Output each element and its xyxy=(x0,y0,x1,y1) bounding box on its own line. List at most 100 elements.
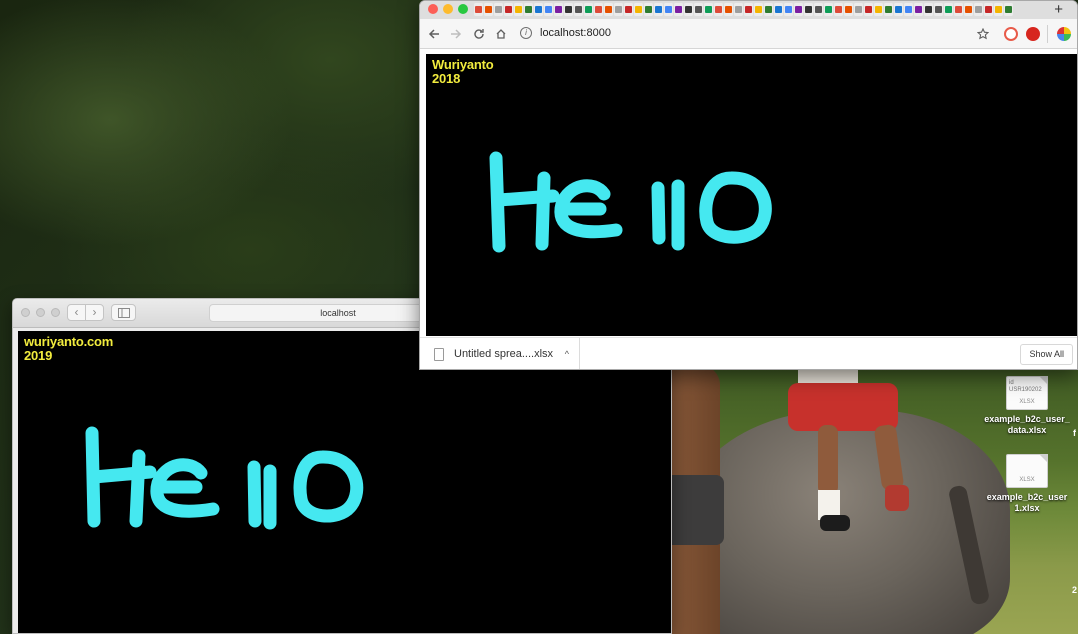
browser-tab[interactable] xyxy=(1004,3,1013,16)
browser-tab[interactable] xyxy=(684,3,693,16)
reload-button[interactable] xyxy=(471,25,487,43)
browser-tab[interactable] xyxy=(994,3,1003,16)
close-window-button[interactable] xyxy=(428,4,438,14)
favicon-icon xyxy=(805,6,812,13)
forward-button[interactable] xyxy=(448,25,464,43)
browser-tab[interactable] xyxy=(564,3,573,16)
desktop-file-label-line2: 1.xlsx xyxy=(1014,503,1040,513)
browser-tab[interactable] xyxy=(794,3,803,16)
stroke-h-right xyxy=(129,449,146,528)
browser-tab[interactable] xyxy=(804,3,813,16)
browser-tab[interactable] xyxy=(944,3,953,16)
browser-tab[interactable] xyxy=(594,3,603,16)
browser-tab[interactable] xyxy=(614,3,623,16)
browser-tab[interactable] xyxy=(974,3,983,16)
browser-tab[interactable] xyxy=(624,3,633,16)
browser-tab[interactable] xyxy=(814,3,823,16)
browser-tab[interactable] xyxy=(494,3,503,16)
browser-tab[interactable] xyxy=(694,3,703,16)
favicon-icon xyxy=(515,6,522,13)
browser-tab[interactable] xyxy=(514,3,523,16)
desktop-file-example-b2c-user1[interactable]: XLSX example_b2c_user 1.xlsx xyxy=(972,454,1078,514)
chevron-right-icon: › xyxy=(92,305,97,319)
extension-icon[interactable] xyxy=(1004,27,1018,41)
stroke-h-right xyxy=(535,171,551,251)
browser-tab[interactable] xyxy=(654,3,663,16)
browser-tab[interactable] xyxy=(634,3,643,16)
browser-tab[interactable] xyxy=(954,3,963,16)
back-button[interactable] xyxy=(426,25,442,43)
browser-tab[interactable] xyxy=(534,3,543,16)
chevron-up-icon[interactable]: ^ xyxy=(565,338,569,369)
browser-tab[interactable] xyxy=(894,3,903,16)
adblock-plus-icon[interactable] xyxy=(1026,27,1040,41)
browser-tab[interactable] xyxy=(844,3,853,16)
reload-icon xyxy=(474,29,484,39)
extension-icon[interactable] xyxy=(1057,27,1071,41)
show-all-downloads-button[interactable]: Show All xyxy=(1020,344,1073,365)
address-bar[interactable]: i localhost:8000 xyxy=(516,23,996,44)
close-window-button[interactable] xyxy=(21,308,30,317)
bookmark-star-button[interactable] xyxy=(975,25,991,43)
favicon-icon xyxy=(505,6,512,13)
browser-tab[interactable] xyxy=(754,3,763,16)
browser-tab[interactable] xyxy=(544,3,553,16)
favicon-icon xyxy=(995,6,1002,13)
desktop-file-example-b2c-user-data[interactable]: id USR190202 XLSX example_b2c_user_ data… xyxy=(972,376,1078,436)
zoom-window-button[interactable] xyxy=(458,4,468,14)
browser-tab[interactable] xyxy=(574,3,583,16)
browser-tab[interactable] xyxy=(824,3,833,16)
sidebar-icon xyxy=(117,308,130,318)
browser-tab[interactable] xyxy=(474,3,483,16)
browser-tab[interactable] xyxy=(864,3,873,16)
favicon-icon xyxy=(725,6,732,13)
browser-tab[interactable] xyxy=(834,3,843,16)
browser-tab[interactable] xyxy=(604,3,613,16)
browser-tab[interactable] xyxy=(964,3,973,16)
browser-tab[interactable] xyxy=(924,3,933,16)
info-icon[interactable]: i xyxy=(520,27,532,39)
browser-tab[interactable] xyxy=(874,3,883,16)
browser-tab[interactable] xyxy=(884,3,893,16)
browser-tab[interactable] xyxy=(744,3,753,16)
drawing-canvas[interactable]: Wuriyanto 2018 xyxy=(426,54,1077,336)
browser-tab[interactable] xyxy=(904,3,913,16)
favicon-icon xyxy=(755,6,762,13)
browser-tab[interactable] xyxy=(674,3,683,16)
browser-tab[interactable] xyxy=(554,3,563,16)
browser-tab[interactable] xyxy=(774,3,783,16)
forward-button[interactable]: › xyxy=(85,304,104,321)
browser-tab[interactable] xyxy=(934,3,943,16)
browser-tab[interactable] xyxy=(714,3,723,16)
drawing-canvas[interactable]: wuriyanto.com 2019 xyxy=(18,331,671,633)
browser-tab[interactable] xyxy=(784,3,793,16)
browser-tab[interactable] xyxy=(664,3,673,16)
favicon-icon xyxy=(675,6,682,13)
sidebar-toggle-button[interactable] xyxy=(111,304,136,321)
browser-tab[interactable] xyxy=(764,3,773,16)
browser-tab[interactable] xyxy=(724,3,733,16)
favicon-icon xyxy=(875,6,882,13)
minimize-window-button[interactable] xyxy=(36,308,45,317)
favicon-icon xyxy=(535,6,542,13)
home-icon xyxy=(496,29,506,39)
favicon-icon xyxy=(645,6,652,13)
browser-tab[interactable] xyxy=(854,3,863,16)
browser-tab[interactable] xyxy=(914,3,923,16)
new-tab-button[interactable]: + xyxy=(1054,1,1063,19)
favicon-icon xyxy=(625,6,632,13)
browser-tab[interactable] xyxy=(524,3,533,16)
favicon-icon xyxy=(615,6,622,13)
zoom-window-button[interactable] xyxy=(51,308,60,317)
browser-tab[interactable] xyxy=(484,3,493,16)
browser-tab[interactable] xyxy=(734,3,743,16)
back-button[interactable]: ‹ xyxy=(67,304,86,321)
home-button[interactable] xyxy=(493,25,509,43)
browser-tab[interactable] xyxy=(504,3,513,16)
minimize-window-button[interactable] xyxy=(443,4,453,14)
browser-tab[interactable] xyxy=(984,3,993,16)
browser-tab[interactable] xyxy=(584,3,593,16)
browser-tab[interactable] xyxy=(704,3,713,16)
browser-tab[interactable] xyxy=(644,3,653,16)
download-item[interactable]: Untitled sprea....xlsx ^ xyxy=(430,338,580,369)
